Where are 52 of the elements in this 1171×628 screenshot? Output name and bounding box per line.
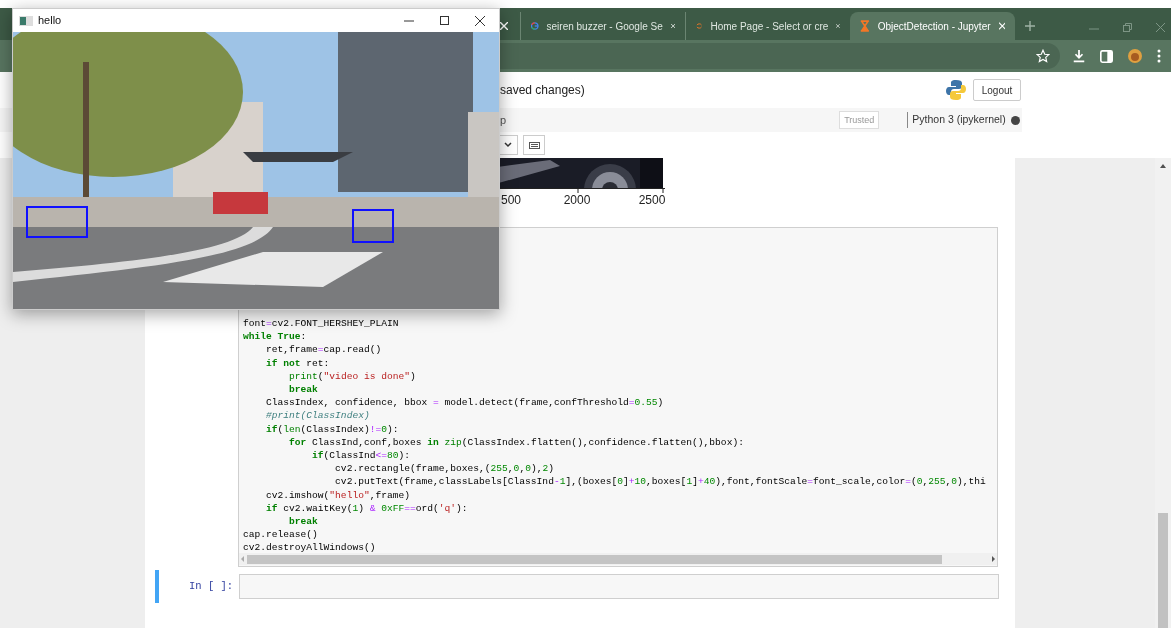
- side-panel-icon[interactable]: [1100, 49, 1113, 63]
- avatar-icon[interactable]: [1127, 48, 1143, 64]
- download-icon[interactable]: [1072, 49, 1086, 63]
- chevron-down-icon: [504, 142, 512, 148]
- axis-tick-label: 500: [501, 192, 521, 209]
- scroll-right-icon[interactable]: [989, 555, 997, 563]
- code-line: ret,frame=cap.read(): [265, 343, 383, 357]
- scrollbar-thumb[interactable]: [1158, 513, 1168, 628]
- app-icon: [19, 15, 33, 26]
- star-icon[interactable]: [1036, 49, 1050, 63]
- axis-tick-label: 2000: [563, 192, 591, 209]
- restore-icon[interactable]: [1123, 23, 1132, 32]
- code-line: font=cv2.FONT_HERSHEY_PLAIN: [243, 317, 400, 331]
- code-input-field[interactable]: [239, 574, 999, 599]
- keyboard-icon: [528, 141, 540, 149]
- code-line: print("video is done"): [288, 369, 417, 383]
- window-title: hello: [38, 13, 62, 29]
- kernel-name: Python 3 (ipykernel): [912, 112, 1006, 128]
- scroll-left-icon[interactable]: [239, 555, 247, 563]
- code-line: if cv2.waitKey(1) & 0xFF==ord('q'):: [265, 501, 469, 516]
- code-line: if(len(ClassIndex)!=0):: [265, 422, 400, 436]
- code-line: for ClassInd,conf,boxes in zip(ClassIndex.flatten(),confidence.flatten(),bbox):: [288, 435, 745, 450]
- code-line: break: [288, 515, 319, 529]
- scroll-up-icon[interactable]: [1159, 163, 1167, 169]
- code-line: cv2.imshow("hello",frame): [265, 488, 411, 502]
- notebook-cell[interactable]: In [ ]:: [155, 570, 1010, 603]
- menu-item[interactable]: p: [500, 111, 507, 129]
- code-line: ClassIndex, confidence, bbox = model.detect(frame,confThreshold=0.55): [265, 396, 665, 410]
- save-status-text: saved changes): [500, 82, 585, 99]
- cell-prompt: In [ ]:: [189, 578, 235, 594]
- hourglass-icon: [860, 19, 870, 33]
- code-line: cv2.destroyAllWindows(): [243, 541, 377, 553]
- code-line: cap.release(): [243, 528, 319, 542]
- maximize-icon[interactable]: [440, 16, 449, 25]
- scrollbar-thumb[interactable]: [247, 554, 942, 564]
- code-line: while True:: [243, 330, 308, 344]
- browser-tab[interactable]: ObjectDetection - Jupyter: [850, 12, 1015, 40]
- code-line: #print(ClassIndex): [265, 409, 371, 423]
- code-line: break: [288, 383, 319, 397]
- horizontal-scrollbar[interactable]: [239, 553, 997, 565]
- new-tab-icon[interactable]: [1025, 21, 1035, 31]
- code-line: cv2.putText(frame,classLabels[ClassInd-1],(boxes[0]+10,boxes[1]+40),font,fontScale=font_scale,color=(0,255,0),thi: [334, 475, 987, 489]
- code-line: cv2.rectangle(frame,boxes,(255,0,0),2): [334, 462, 555, 476]
- google-icon: [531, 19, 539, 33]
- menu-icon[interactable]: [1157, 49, 1161, 63]
- close-icon[interactable]: [475, 15, 485, 26]
- code-line: if not ret:: [265, 356, 331, 370]
- keyboard-shortcuts-button[interactable]: [523, 135, 545, 155]
- logout-button[interactable]: Logout: [972, 79, 1022, 101]
- python-logo-icon: [944, 79, 967, 101]
- axis-tick-label: 2500: [638, 192, 666, 209]
- code-line: if(ClassInd<=80):: [311, 449, 411, 463]
